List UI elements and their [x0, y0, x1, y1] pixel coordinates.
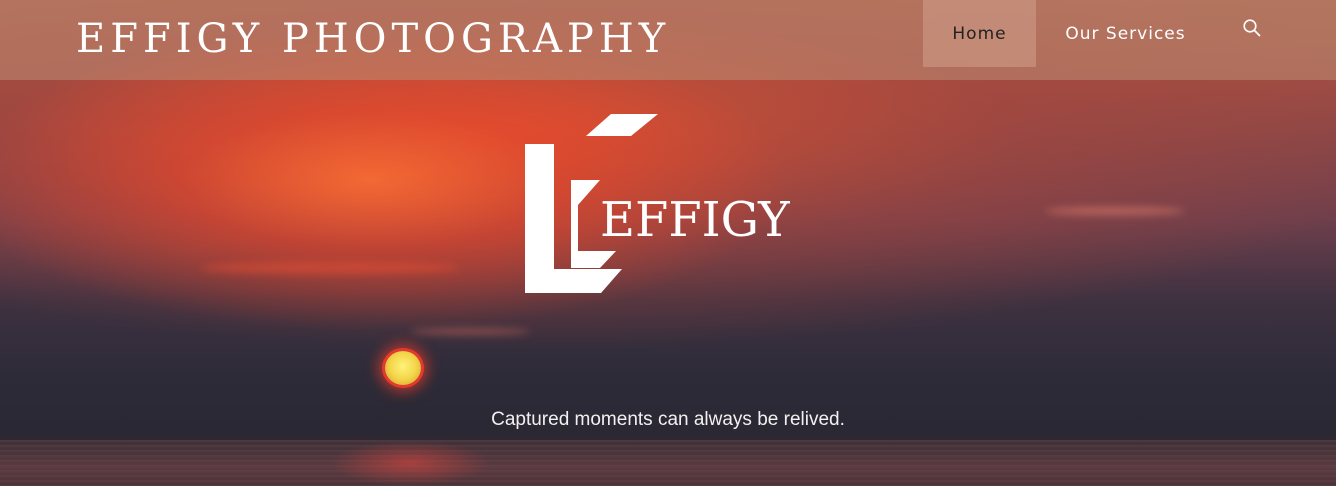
hero-tagline: Captured moments can always be relived. — [491, 409, 845, 430]
sea — [0, 440, 1336, 486]
search-button[interactable] — [1234, 10, 1270, 46]
sea-reflection — [330, 440, 490, 486]
navbar: EFFIGY PHOTOGRAPHY Home Our Services — [0, 0, 1336, 80]
hero-banner: EFFIGY PHOTOGRAPHY Home Our Services EFF… — [0, 0, 1336, 486]
nav-home[interactable]: Home — [923, 0, 1036, 67]
site-title[interactable]: EFFIGY PHOTOGRAPHY — [76, 14, 670, 64]
cloud-streak — [200, 262, 460, 274]
effigy-logo: EFFIGY — [520, 110, 791, 300]
sun — [385, 351, 421, 385]
search-icon — [1243, 19, 1261, 37]
logo-mark: EFFIGY — [525, 114, 791, 293]
nav-our-services[interactable]: Our Services — [1053, 0, 1198, 67]
logo-wordmark: EFFIGY — [600, 192, 790, 248]
cloud-streak — [410, 328, 530, 335]
cloud-streak — [1045, 207, 1185, 215]
